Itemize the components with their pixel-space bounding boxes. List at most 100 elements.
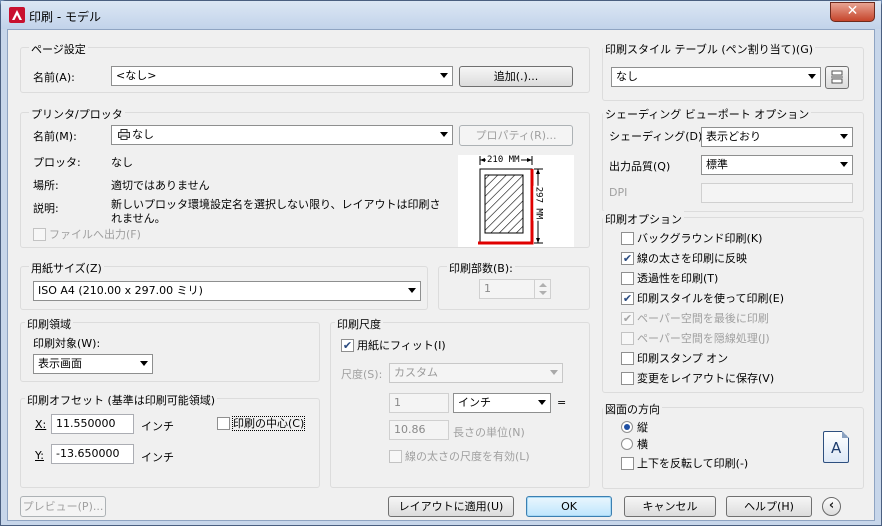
- scale-lineweights-checkbox[interactable]: 線の太さの尺度を有効(L): [389, 450, 530, 463]
- shaded-viewport-title: シェーディング ビューポート オプション: [603, 106, 812, 122]
- window-title: 印刷 - モデル: [29, 10, 101, 24]
- help-button[interactable]: ヘルプ(H): [726, 496, 812, 517]
- print-to-file-label: ファイルへ出力(F): [49, 228, 141, 241]
- chevron-down-icon: [408, 288, 416, 293]
- style-table-value: なし: [616, 70, 638, 83]
- printer-name-combo[interactable]: なし: [111, 125, 453, 145]
- center-plot-checkbox[interactable]: 印刷の中心(C): [217, 416, 306, 431]
- scale-value1-input[interactable]: 1: [389, 393, 449, 413]
- page-setup-group: ページ設定 名前(A): <なし> 追加(.)...: [20, 41, 590, 93]
- plotter-label: プロッタ:: [33, 156, 81, 169]
- chevron-down-icon: [840, 162, 848, 167]
- printer-name-value: なし: [132, 128, 154, 141]
- offset-x-input[interactable]: 11.550000: [51, 414, 134, 434]
- plot-option-checkbox[interactable]: 透過性を印刷(T): [621, 272, 718, 285]
- edit-style-table-button[interactable]: [825, 66, 849, 89]
- printer-title: プリンタ/プロッタ: [29, 106, 125, 122]
- plot-option-box: ✔: [621, 252, 634, 265]
- style-table-title: 印刷スタイル テーブル (ペン割り当て)(G): [603, 41, 816, 57]
- cancel-button[interactable]: キャンセル: [624, 496, 716, 517]
- ok-button[interactable]: OK: [526, 496, 612, 517]
- print-to-file-checkbox[interactable]: ファイルへ出力(F): [33, 228, 141, 241]
- plot-option-box: ✔: [621, 312, 634, 325]
- plot-area-title: 印刷領域: [25, 316, 73, 332]
- printer-name-label: 名前(M):: [33, 130, 77, 143]
- plot-option-checkbox[interactable]: ✔ ペーパー空間を最後に印刷: [621, 312, 769, 325]
- center-plot-box: [217, 417, 230, 430]
- preview-width-label: 210 MM: [486, 155, 521, 165]
- plot-option-label: 線の太さを印刷に反映: [637, 252, 747, 265]
- add-page-setup-button[interactable]: 追加(.)...: [459, 66, 573, 87]
- scale-unit-combo[interactable]: インチ: [453, 393, 551, 413]
- quality-value: 標準: [706, 158, 728, 171]
- landscape-radio[interactable]: 横: [621, 438, 648, 451]
- center-plot-label: 印刷の中心(C): [231, 416, 306, 431]
- portrait-radio[interactable]: 縦: [621, 421, 648, 434]
- title-bar[interactable]: 印刷 - モデル ✕: [1, 1, 881, 29]
- preview-height-label: 297 MM: [533, 185, 544, 221]
- chevron-down-icon: [440, 73, 448, 78]
- plot-option-box: [621, 232, 634, 245]
- description-label: 説明:: [33, 202, 59, 215]
- plot-option-checkbox[interactable]: ✔ 印刷スタイルを使って印刷(E): [621, 292, 784, 305]
- paper-preview: 210 MM 297 MM: [458, 155, 574, 247]
- plot-option-checkbox[interactable]: ✔ 線の太さを印刷に反映: [621, 252, 747, 265]
- plot-option-checkbox[interactable]: 変更をレイアウトに保存(V): [621, 372, 774, 385]
- upside-down-checkbox[interactable]: 上下を反転して印刷(-): [621, 457, 748, 470]
- plot-options-title: 印刷オプション: [603, 211, 684, 227]
- chevron-down-icon: [550, 370, 558, 375]
- scale-value2-input[interactable]: 10.86: [389, 420, 449, 440]
- chevron-down-icon: [808, 74, 816, 79]
- fit-paper-label: 用紙にフィット(I): [357, 339, 446, 352]
- portrait-label: 縦: [637, 421, 648, 434]
- printer-icon: [118, 129, 130, 140]
- shaded-viewport-group: シェーディング ビューポート オプション シェーディング(D) 表示どおり 出力…: [602, 106, 864, 212]
- shade-plot-combo[interactable]: 表示どおり: [701, 127, 853, 147]
- plot-scale-group: 印刷尺度 ✔ 用紙にフィット(I) 尺度(S): カスタム 1 インチ = 10.…: [330, 316, 590, 488]
- paper-size-combo[interactable]: ISO A4 (210.00 x 297.00 ミリ): [33, 281, 421, 301]
- orientation-preview-icon: A: [823, 431, 849, 463]
- style-table-combo[interactable]: なし: [611, 67, 821, 87]
- page-setup-name-combo[interactable]: <なし>: [111, 66, 453, 86]
- scale-lineweights-label: 線の太さの尺度を有効(L): [405, 450, 530, 463]
- page-setup-name-value: <なし>: [116, 69, 157, 82]
- paper-size-value: ISO A4 (210.00 x 297.00 ミリ): [38, 284, 203, 297]
- offset-y-unit: インチ: [141, 451, 174, 464]
- close-button[interactable]: ✕: [830, 2, 875, 22]
- paper-size-group: 用紙サイズ(Z) ISO A4 (210.00 x 297.00 ミリ): [20, 260, 428, 310]
- plotter-value: なし: [111, 156, 133, 169]
- plot-option-checkbox[interactable]: バックグラウンド印刷(K): [621, 232, 762, 245]
- orientation-title: 図面の方向: [603, 401, 662, 417]
- offset-y-input[interactable]: -13.650000: [51, 444, 134, 464]
- page-setup-name-label: 名前(A):: [33, 71, 75, 84]
- quality-combo[interactable]: 標準: [701, 155, 853, 175]
- orientation-letter: A: [831, 439, 842, 457]
- printer-group: プリンタ/プロッタ 名前(M): なし プロパティ(R)... プロッタ: なし…: [20, 106, 590, 248]
- plot-what-combo[interactable]: 表示画面: [33, 354, 153, 374]
- printer-properties-button[interactable]: プロパティ(R)...: [459, 125, 573, 146]
- shade-plot-label: シェーディング(D): [609, 130, 703, 143]
- style-table-group: 印刷スタイル テーブル (ペン割り当て)(G) なし: [602, 41, 864, 101]
- copies-group: 印刷部数(B): 1: [438, 260, 590, 310]
- page-setup-title: ページ設定: [29, 41, 88, 57]
- scale-unit-value: インチ: [458, 396, 491, 409]
- dpi-input[interactable]: [701, 183, 853, 203]
- plot-option-checkbox[interactable]: 印刷スタンプ オン: [621, 352, 728, 365]
- apply-to-layout-button[interactable]: レイアウトに適用(U): [388, 496, 514, 517]
- plot-option-label: 透過性を印刷(T): [637, 272, 719, 285]
- preview-button[interactable]: プレビュー(P)...: [20, 496, 106, 517]
- more-options-button[interactable]: ‹: [822, 497, 841, 516]
- landscape-label: 横: [637, 438, 648, 451]
- scale-combo[interactable]: カスタム: [389, 363, 563, 383]
- plot-option-checkbox[interactable]: ペーパー空間を隠線処理(J): [621, 332, 770, 345]
- plot-option-label: 印刷スタンプ オン: [637, 352, 729, 365]
- offset-y-label: Y:: [35, 449, 44, 462]
- copies-spinner[interactable]: [534, 280, 550, 298]
- location-label: 場所:: [33, 179, 59, 192]
- plot-option-box: ✔: [621, 292, 634, 305]
- fit-paper-checkbox[interactable]: ✔ 用紙にフィット(I): [341, 339, 446, 352]
- plot-option-box: [621, 372, 634, 385]
- chevron-down-icon: [538, 400, 546, 405]
- offset-x-unit: インチ: [141, 420, 174, 433]
- copies-title: 印刷部数(B):: [447, 260, 515, 276]
